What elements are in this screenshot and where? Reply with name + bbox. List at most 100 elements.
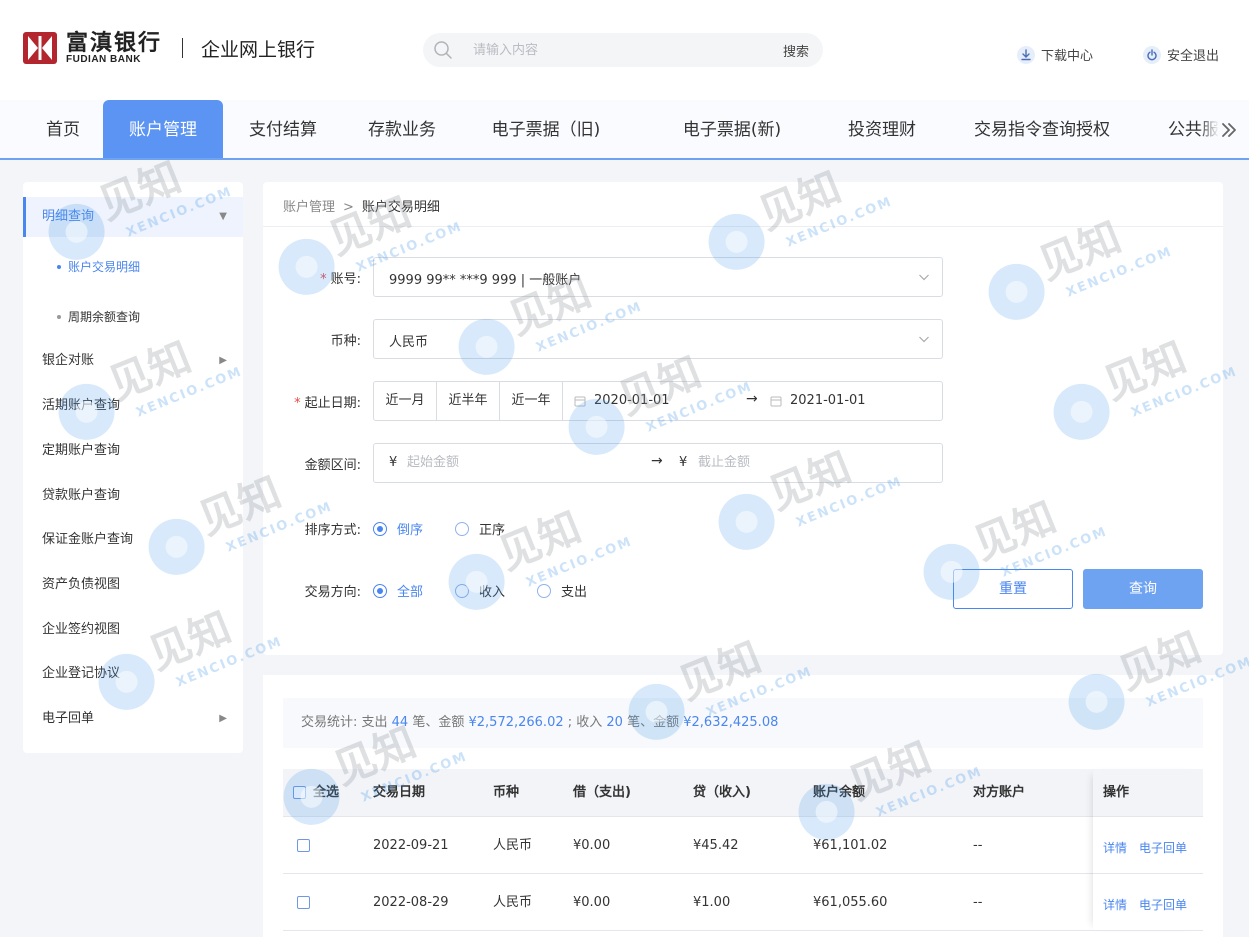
nav-item-e-bill-new[interactable]: 电子票据(新) bbox=[666, 100, 798, 158]
caret-down-icon: ▼ bbox=[219, 211, 227, 222]
sidebar-item-label: 电子回单 bbox=[42, 711, 95, 726]
bank-logo-icon bbox=[23, 32, 57, 64]
account-select[interactable]: 9999 99** ***9 999 | 一般账户 bbox=[373, 257, 943, 297]
logout-label: 安全退出 bbox=[1167, 49, 1220, 64]
nav-item-home[interactable]: 首页 bbox=[23, 100, 103, 158]
direction-expense-radio[interactable]: 支出 bbox=[537, 581, 587, 600]
direction-all-radio[interactable]: 全部 bbox=[373, 581, 423, 600]
row-checkbox[interactable] bbox=[297, 839, 310, 852]
end-date-value: 2021-01-01 bbox=[790, 393, 866, 408]
nav-more-button[interactable] bbox=[1199, 100, 1249, 158]
column-header-counterparty: 对方账户 bbox=[973, 785, 1026, 800]
chevron-down-icon bbox=[919, 274, 929, 281]
cell-credit: ¥45.42 bbox=[693, 838, 739, 853]
column-header-credit: 贷（收入) bbox=[693, 785, 751, 800]
cell-currency: 人民币 bbox=[493, 895, 533, 910]
cell-counterparty: -- bbox=[973, 895, 983, 910]
expense-amount: ¥2,572,266.02 bbox=[468, 715, 564, 730]
sidebar-item-label: 周期余额查询 bbox=[68, 310, 141, 324]
search-input[interactable] bbox=[473, 40, 763, 60]
sidebar-item-balance-sheet[interactable]: 资产负债视图 bbox=[23, 565, 243, 605]
nav-item-account-management[interactable]: 账户管理 bbox=[103, 100, 223, 158]
amount-range-field: ¥ → ¥ bbox=[373, 443, 943, 483]
account-value: 9999 99** ***9 999 | 一般账户 bbox=[389, 273, 582, 288]
breadcrumb-separator: > bbox=[343, 200, 354, 215]
breadcrumb-divider bbox=[263, 226, 1223, 227]
sidebar-sub-account-transactions[interactable]: 账户交易明细 bbox=[23, 252, 243, 282]
nav-item-deposit[interactable]: 存款业务 bbox=[352, 100, 452, 158]
transaction-stats: 交易统计: 支出 44 笔、金额 ¥2,572,266.02 ; 收入 20 笔… bbox=[283, 698, 1203, 748]
column-header-currency: 币种 bbox=[493, 785, 520, 800]
nav-item-e-bill-old[interactable]: 电子票据（旧) bbox=[476, 100, 616, 158]
amount-arrow: → bbox=[651, 453, 663, 469]
sidebar-item-loan-account[interactable]: 贷款账户查询 bbox=[23, 476, 243, 516]
income-amount: ¥2,632,425.08 bbox=[683, 715, 779, 730]
site-title: 企业网上银行 bbox=[201, 38, 316, 61]
row-e-receipt-link[interactable]: 电子回单 bbox=[1139, 896, 1187, 913]
sidebar-item-fixed-account[interactable]: 定期账户查询 bbox=[23, 431, 243, 471]
column-header-debit: 借（支出) bbox=[573, 785, 631, 800]
caret-right-icon: ▶ bbox=[219, 713, 227, 724]
nav-item-investment[interactable]: 投资理财 bbox=[832, 100, 932, 158]
start-amount-input[interactable] bbox=[407, 455, 607, 470]
sidebar-item-label: 银企对账 bbox=[42, 353, 95, 368]
cell-date: 2022-09-21 bbox=[373, 838, 449, 853]
cell-balance: ¥61,101.02 bbox=[813, 838, 888, 853]
select-all-checkbox[interactable] bbox=[293, 786, 306, 799]
row-detail-link[interactable]: 详情 bbox=[1103, 839, 1127, 856]
column-header-balance: 账户余额 bbox=[813, 785, 866, 800]
row-checkbox[interactable] bbox=[297, 896, 310, 909]
query-button[interactable]: 查询 bbox=[1083, 569, 1203, 609]
header: 富滇银行 FUDIAN BANK 企业网上银行 搜索 下载中心 安全退出 bbox=[0, 0, 1249, 100]
row-e-receipt-link[interactable]: 电子回单 bbox=[1139, 839, 1187, 856]
date-arrow: → bbox=[746, 391, 758, 407]
breadcrumb-parent[interactable]: 账户管理 bbox=[283, 200, 335, 215]
table-row: 2022-09-21 人民币 ¥0.00 ¥45.42 ¥61,101.02 -… bbox=[283, 817, 1203, 874]
search-button[interactable]: 搜索 bbox=[783, 41, 809, 60]
logout-link[interactable]: 安全退出 bbox=[1143, 45, 1219, 64]
search-bar: 搜索 bbox=[423, 33, 823, 67]
bank-logo[interactable]: 富滇银行 FUDIAN BANK 企业网上银行 bbox=[22, 30, 315, 66]
sidebar-item-signing-view[interactable]: 企业签约视图 bbox=[23, 610, 243, 650]
cell-debit: ¥0.00 bbox=[573, 838, 611, 853]
cell-currency: 人民币 bbox=[493, 838, 533, 853]
direction-label: 交易方向: bbox=[304, 585, 361, 600]
sidebar-item-registration[interactable]: 企业登记协议 bbox=[23, 654, 243, 694]
sidebar-item-detail-query[interactable]: 明细查询 ▼ bbox=[23, 197, 243, 237]
quick-range-1-year[interactable]: 近一年 bbox=[500, 382, 563, 420]
sidebar-item-reconciliation[interactable]: 银企对账 ▶ bbox=[23, 341, 243, 381]
currency-select[interactable]: 人民币 bbox=[373, 319, 943, 359]
sidebar-item-current-account[interactable]: 活期账户查询 bbox=[23, 386, 243, 426]
sort-desc-radio[interactable]: 倒序 bbox=[373, 519, 423, 538]
start-date-input[interactable]: 2020-01-01 bbox=[574, 393, 670, 408]
breadcrumb-current: 账户交易明细 bbox=[361, 200, 440, 215]
results-panel: 交易统计: 支出 44 笔、金额 ¥2,572,266.02 ; 收入 20 笔… bbox=[263, 675, 1223, 937]
sidebar-item-e-receipt[interactable]: 电子回单 ▶ bbox=[23, 699, 243, 739]
nav-item-payment[interactable]: 支付结算 bbox=[233, 100, 333, 158]
end-amount-input[interactable] bbox=[698, 455, 898, 470]
row-detail-link[interactable]: 详情 bbox=[1103, 896, 1127, 913]
quick-range-1-month[interactable]: 近一月 bbox=[374, 382, 437, 420]
income-count: 20 bbox=[606, 715, 623, 730]
direction-income-radio[interactable]: 收入 bbox=[455, 581, 505, 600]
quick-range-half-year[interactable]: 近半年 bbox=[437, 382, 500, 420]
expense-count: 44 bbox=[391, 715, 409, 730]
query-form-panel: 账户管理 > 账户交易明细 * 账号: 9999 99** ***9 999 | 一般… bbox=[263, 182, 1223, 655]
download-center-link[interactable]: 下载中心 bbox=[1017, 45, 1093, 64]
cell-debit: ¥0.00 bbox=[573, 895, 611, 910]
reset-button[interactable]: 重置 bbox=[953, 569, 1073, 609]
sidebar-item-margin-account[interactable]: 保证金账户查询 bbox=[23, 520, 243, 560]
end-date-input[interactable]: 2021-01-01 bbox=[770, 393, 866, 408]
currency-value: 人民币 bbox=[389, 335, 429, 350]
breadcrumb: 账户管理 > 账户交易明细 bbox=[283, 196, 440, 215]
column-header-select-all[interactable]: 全选 bbox=[313, 769, 339, 817]
sort-label: 排序方式: bbox=[304, 523, 361, 538]
sidebar: 明细查询 ▼ 账户交易明细 周期余额查询 银企对账 ▶ 活期账户查询 定期账户查… bbox=[23, 182, 243, 753]
cell-credit: ¥1.00 bbox=[693, 895, 731, 910]
sidebar-sub-period-balance[interactable]: 周期余额查询 bbox=[23, 302, 243, 332]
sidebar-item-label: 明细查询 bbox=[42, 209, 95, 224]
chevron-down-icon bbox=[919, 336, 929, 343]
sort-asc-radio[interactable]: 正序 bbox=[455, 519, 505, 538]
nav-item-instruction-query[interactable]: 交易指令查询授权 bbox=[960, 100, 1124, 158]
cell-counterparty: -- bbox=[973, 838, 983, 853]
